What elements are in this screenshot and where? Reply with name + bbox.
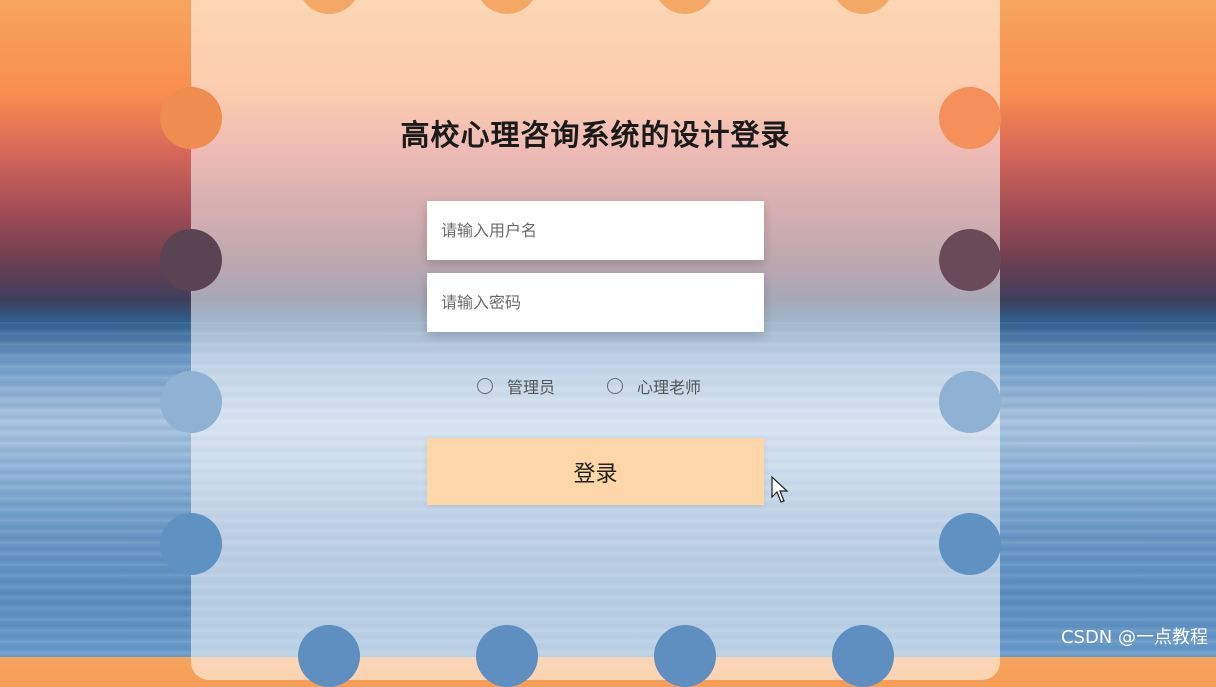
role-label-admin: 管理员 — [507, 378, 556, 397]
radio-teacher[interactable] — [607, 378, 623, 394]
login-card — [191, 0, 1000, 680]
card-notch — [476, 625, 538, 687]
page-title: 高校心理咨询系统的设计登录 — [400, 118, 791, 152]
role-option-admin[interactable]: 管理员 — [477, 374, 555, 398]
username-input[interactable] — [427, 201, 764, 260]
card-notch — [832, 625, 894, 687]
radio-admin[interactable] — [477, 378, 493, 394]
card-notch — [160, 513, 222, 575]
card-notch — [939, 229, 1001, 291]
mouse-cursor-icon — [771, 476, 789, 503]
card-notch — [939, 513, 1001, 575]
watermark: CSDN @一点教程 — [1060, 627, 1208, 648]
login-button[interactable]: 登录 — [427, 438, 764, 505]
card-notch — [298, 625, 360, 687]
card-notch — [160, 229, 222, 291]
password-input[interactable] — [427, 273, 764, 332]
role-label-teacher: 心理老师 — [637, 378, 702, 397]
card-notch — [939, 371, 1001, 433]
card-notch — [160, 371, 222, 433]
card-notch — [654, 625, 716, 687]
role-option-teacher[interactable]: 心理老师 — [607, 374, 701, 398]
